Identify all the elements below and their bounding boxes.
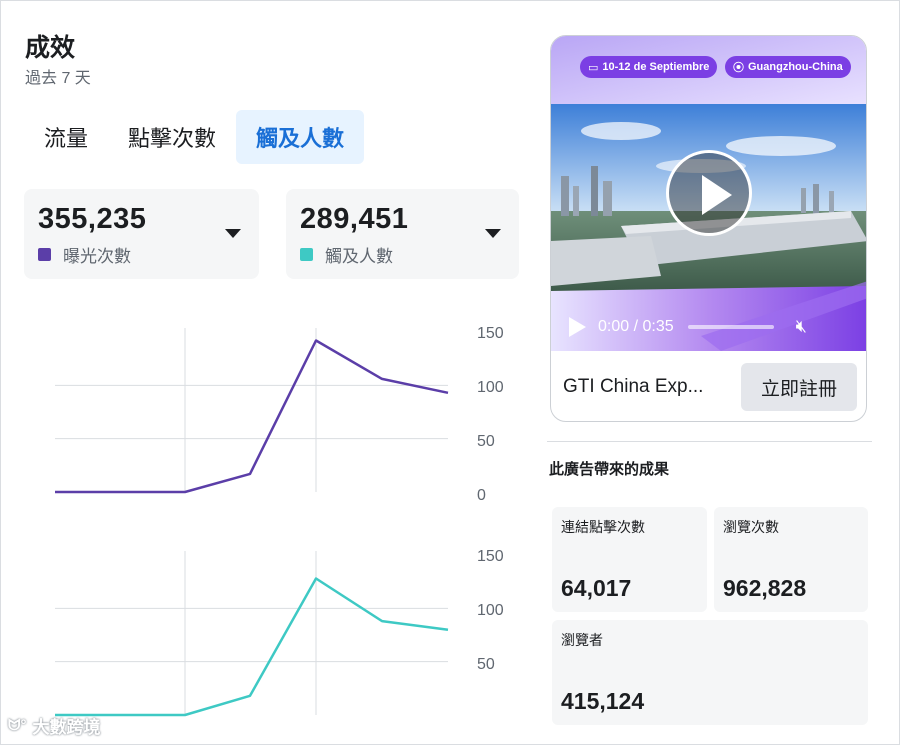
page-title: 成效 bbox=[25, 34, 76, 62]
tab-clicks[interactable]: 點擊次數 bbox=[108, 110, 236, 164]
y-tick-label: 100 bbox=[477, 602, 504, 619]
watermark-logo-icon: ᗢ° bbox=[8, 717, 27, 734]
views-value: 962,828 bbox=[723, 575, 807, 601]
y-tick-label: 150 bbox=[477, 325, 504, 342]
views-label: 瀏覽次數 bbox=[723, 519, 779, 535]
y-tick-label: 0 bbox=[477, 487, 486, 500]
ad-preview-card: ▭ 10-12 de Septiembre ⦿ Guangzhou-China … bbox=[550, 35, 867, 422]
ad-video[interactable]: ▭ 10-12 de Septiembre ⦿ Guangzhou-China … bbox=[551, 36, 866, 351]
video-progress-bar[interactable] bbox=[687, 324, 774, 329]
views-card: 瀏覽次數 962,828 bbox=[714, 507, 868, 612]
impressions-card[interactable]: 355,235 曝光次數 bbox=[24, 189, 259, 279]
section-divider bbox=[547, 441, 872, 442]
impressions-value: 355,235 bbox=[38, 203, 147, 235]
reach-label: 觸及人數 bbox=[325, 247, 393, 266]
event-location-pill: ⦿ Guangzhou-China bbox=[725, 56, 851, 78]
viewers-value: 415,124 bbox=[561, 688, 645, 714]
y-tick-label: 50 bbox=[477, 433, 495, 450]
tab-reach[interactable]: 觸及人數 bbox=[236, 110, 365, 164]
video-controls: 0:00 / 0:35 🔇︎ bbox=[551, 302, 866, 351]
watermark: ᗢ° 大數跨境 bbox=[8, 713, 100, 738]
y-tick-label: 100 bbox=[477, 379, 504, 396]
metric-tabs: 流量 點擊次數 觸及人數 bbox=[24, 110, 365, 164]
date-range-label: 過去 7 天 bbox=[25, 70, 91, 87]
chevron-down-icon[interactable] bbox=[485, 229, 501, 238]
video-time: 0:00 / 0:35 bbox=[598, 317, 674, 335]
chevron-down-icon[interactable] bbox=[225, 229, 241, 238]
location-pin-icon: ⦿ bbox=[733, 62, 744, 74]
play-button-icon[interactable] bbox=[569, 316, 586, 337]
event-location-text: Guangzhou-China bbox=[748, 61, 843, 73]
link-clicks-value: 64,017 bbox=[561, 575, 632, 601]
impressions-chart: 150 100 50 0 bbox=[0, 320, 540, 500]
mute-icon[interactable]: 🔇︎ bbox=[796, 316, 807, 337]
y-tick-label: 50 bbox=[477, 656, 495, 673]
tab-traffic[interactable]: 流量 bbox=[24, 110, 108, 164]
register-now-button[interactable]: 立即註冊 bbox=[741, 363, 857, 411]
reach-line-chart: 150 100 50 bbox=[55, 548, 504, 717]
reach-swatch bbox=[300, 248, 313, 261]
reach-value: 289,451 bbox=[300, 203, 409, 235]
viewers-card: 瀏覽者 415,124 bbox=[552, 620, 868, 725]
link-clicks-card: 連結點擊次數 64,017 bbox=[552, 507, 707, 612]
series-line bbox=[55, 339, 449, 494]
y-tick-label: 150 bbox=[477, 548, 504, 565]
reach-card[interactable]: 289,451 觸及人數 bbox=[286, 189, 519, 279]
play-icon[interactable] bbox=[666, 150, 752, 236]
impressions-label: 曝光次數 bbox=[63, 247, 131, 266]
event-date-text: 10-12 de Septiembre bbox=[602, 61, 710, 73]
series-line bbox=[55, 577, 449, 717]
event-date-pill: ▭ 10-12 de Septiembre bbox=[580, 56, 718, 78]
calendar-icon: ▭ bbox=[588, 61, 599, 74]
results-title: 此廣告帶來的成果 bbox=[549, 461, 670, 478]
watermark-text: 大數跨境 bbox=[32, 718, 101, 737]
ad-name: GTI China Exp... bbox=[563, 376, 704, 397]
link-clicks-label: 連結點擊次數 bbox=[561, 519, 645, 535]
viewers-label: 瀏覽者 bbox=[561, 632, 603, 648]
reach-chart: 150 100 50 bbox=[0, 543, 540, 718]
impressions-line-chart: 150 100 50 0 bbox=[55, 325, 504, 500]
impressions-swatch bbox=[38, 248, 51, 261]
ad-footer: GTI China Exp... 立即註冊 bbox=[551, 351, 866, 421]
